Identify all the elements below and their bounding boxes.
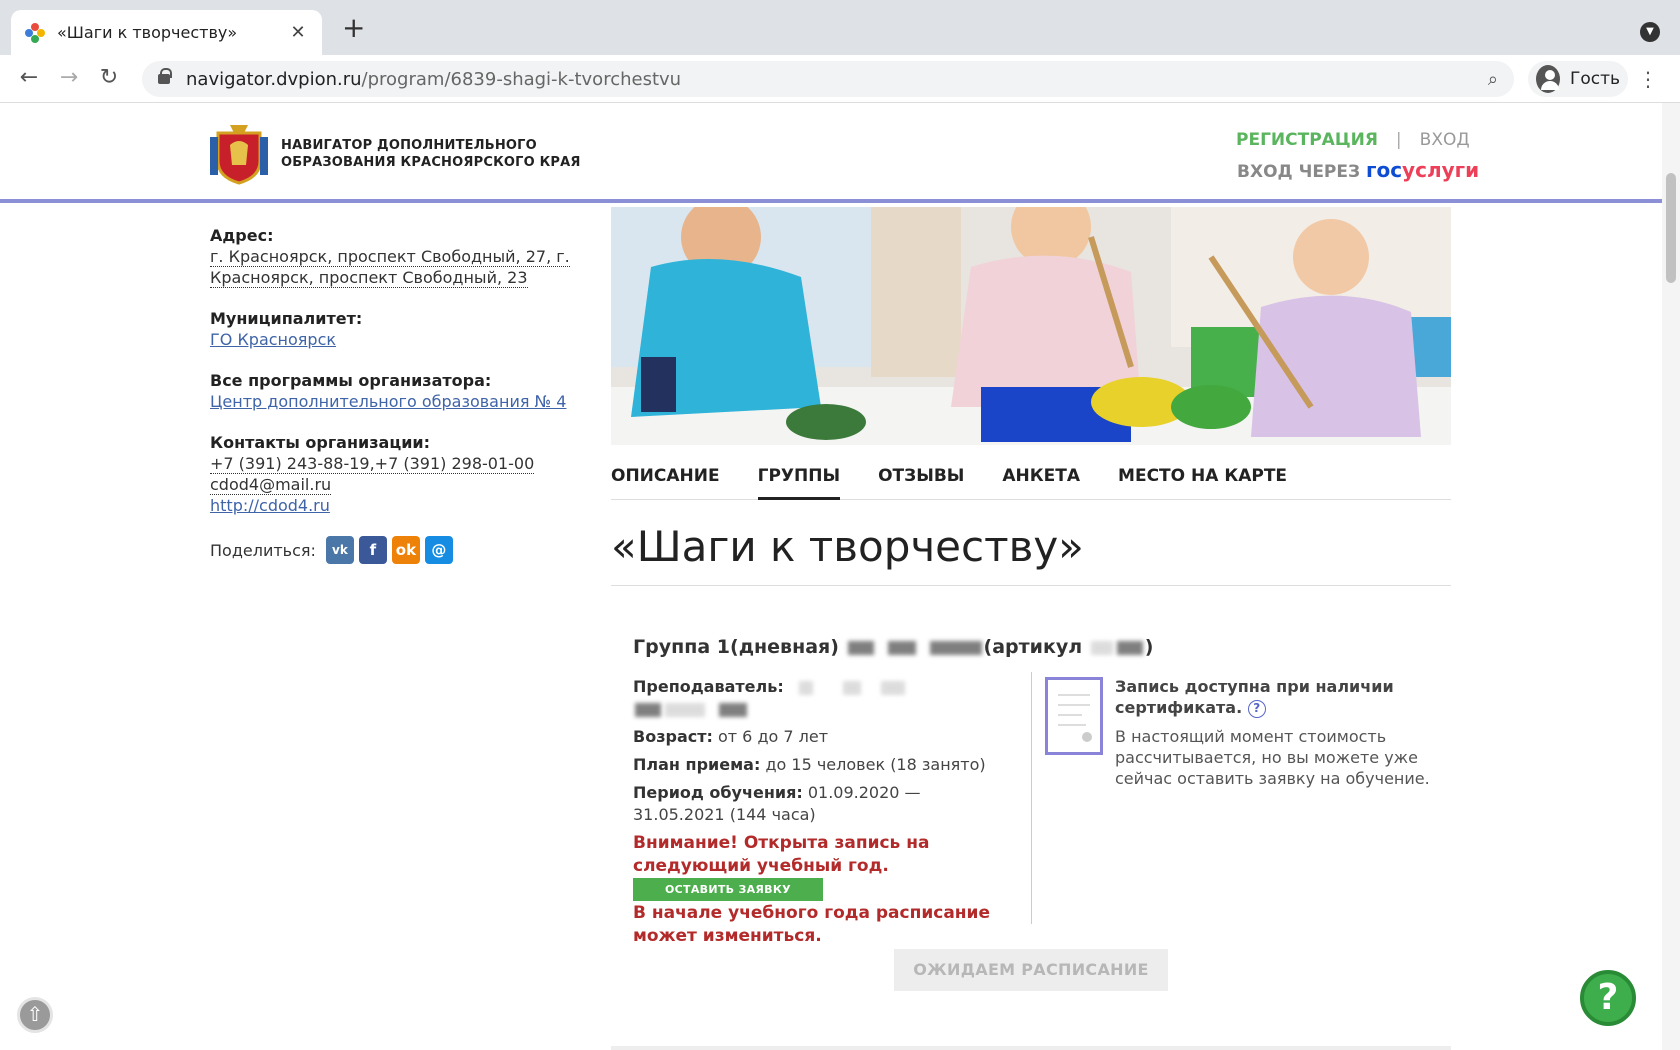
plan-value: до 15 человек (18 занято) — [765, 755, 986, 774]
section-divider — [611, 1046, 1451, 1050]
gosuslugi-login-link[interactable]: ВХОД ЧЕРЕЗ госуслуги — [1237, 158, 1479, 182]
tab-title: «Шаги к творчеству» — [57, 23, 238, 42]
certificate-info: Запись доступна при наличии сертификата.… — [1115, 676, 1435, 789]
lock-icon[interactable] — [158, 68, 172, 88]
enrollment-warning: Внимание! Открыта запись на следующий уч… — [633, 832, 1013, 902]
share-row: Поделиться: vk f ok @ — [210, 536, 570, 564]
municipality-label: Муниципалитет: — [210, 309, 363, 328]
teacher-label: Преподаватель: — [633, 677, 784, 696]
help-chat-button[interactable]: ? — [1580, 970, 1636, 1026]
plan-label: План приема: — [633, 755, 761, 774]
auth-links: РЕГИСТРАЦИЯ | ВХОД — [1236, 130, 1470, 150]
email-address[interactable]: cdod4@mail.ru — [210, 475, 332, 495]
period-label: Период обучения: — [633, 783, 803, 802]
back-arrow-icon[interactable]: ← — [14, 65, 44, 90]
schedule-warning: В начале учебного года расписание может … — [633, 902, 990, 946]
vk-icon[interactable]: vk — [325, 536, 354, 564]
forward-arrow-icon[interactable]: → — [54, 65, 84, 90]
reload-icon[interactable]: ↻ — [94, 65, 124, 90]
program-tabs: ОПИСАНИЕ ГРУППЫ ОТЗЫВЫ АНКЕТА МЕСТО НА К… — [611, 458, 1451, 500]
organization-info: Адрес: г. Красноярск, проспект Свободный… — [210, 225, 570, 564]
register-link[interactable]: РЕГИСТРАЦИЯ — [1236, 130, 1378, 150]
site-header: НАВИГАТОР ДОПОЛНИТЕЛЬНОГО ОБРАЗОВАНИЯ КР… — [0, 103, 1662, 203]
municipality-link[interactable]: ГО Красноярск — [210, 330, 336, 349]
help-question-icon[interactable]: ? — [1247, 699, 1266, 718]
organizer-link[interactable]: Центр дополнительного образования № 4 — [210, 392, 566, 411]
tab-groups[interactable]: ГРУППЫ — [757, 458, 841, 500]
scrollbar-thumb[interactable] — [1666, 173, 1676, 283]
group-title: Группа 1(дневная) (артикул ) — [633, 636, 1154, 658]
organizer-label: Все программы организатора: — [210, 371, 492, 390]
address-label: Адрес: — [210, 226, 274, 245]
site-favicon-icon — [25, 22, 45, 43]
browser-menu-icon[interactable]: ⋮ — [1638, 67, 1658, 91]
browser-toolbar: ← → ↻ navigator.dvpion.ru/program/6839-s… — [0, 55, 1680, 103]
scroll-up-icon[interactable]: ⇧ — [17, 997, 53, 1033]
certificate-description: В настоящий момент стоимость рассчитывае… — [1115, 727, 1430, 788]
profile-button[interactable]: Гость — [1528, 61, 1628, 97]
tab-map-location[interactable]: МЕСТО НА КАРТЕ — [1118, 458, 1287, 500]
share-label: Поделиться: — [210, 540, 316, 560]
teacher-row: Преподаватель: — [633, 676, 1013, 720]
age-row: Возраст: от 6 до 7 лет — [633, 726, 1013, 748]
address-value[interactable]: г. Красноярск, проспект Свободный, 27, г… — [210, 246, 570, 288]
odnoklassniki-icon[interactable]: ok — [391, 536, 420, 564]
apply-button[interactable]: ОСТАВИТЬ ЗАЯВКУ — [633, 878, 823, 901]
address-bar[interactable]: navigator.dvpion.ru/program/6839-shagi-k… — [142, 61, 1514, 97]
tab-reviews[interactable]: ОТЗЫВЫ — [878, 458, 964, 500]
avatar — [1536, 65, 1560, 93]
facebook-icon[interactable]: f — [358, 536, 387, 564]
login-link[interactable]: ВХОД — [1420, 130, 1470, 150]
tab-description[interactable]: ОПИСАНИЕ — [611, 458, 720, 500]
program-hero-image — [611, 207, 1451, 445]
group-details: Преподаватель: Возраст: от 6 до 7 лет Пл… — [633, 676, 1013, 948]
profile-label: Гость — [1569, 69, 1620, 89]
auth-separator: | — [1395, 130, 1402, 150]
plan-row: План приема: до 15 человек (18 занято) — [633, 754, 1013, 776]
certificate-icon — [1045, 677, 1103, 755]
site-logo-text[interactable]: НАВИГАТОР ДОПОЛНИТЕЛЬНОГО ОБРАЗОВАНИЯ КР… — [281, 137, 581, 171]
close-tab-icon[interactable]: ✕ — [288, 22, 308, 43]
browser-tab[interactable]: «Шаги к творчеству» ✕ — [11, 10, 322, 55]
page-scrollbar[interactable] — [1662, 103, 1680, 1050]
phone-numbers[interactable]: +7 (391) 243-88-19,+7 (391) 298-01-00 — [210, 454, 535, 474]
age-value: от 6 до 7 лет — [717, 727, 829, 746]
zoom-icon[interactable]: ⌕ — [1488, 69, 1498, 90]
page-title: «Шаги к творчеству» — [611, 522, 1084, 571]
krasnoyarsk-crest-icon[interactable] — [210, 123, 268, 185]
title-divider — [611, 585, 1451, 586]
group-divider — [1031, 672, 1032, 924]
website-link[interactable]: http://cdod4.ru — [210, 496, 330, 515]
period-row: Период обучения: 01.09.2020 — 31.05.2021… — [633, 782, 1013, 826]
browser-tab-bar: «Шаги к творчеству» ✕ + ▼ — [0, 0, 1680, 55]
age-label: Возраст: — [633, 727, 713, 746]
awaiting-schedule-button[interactable]: ОЖИДАЕМ РАСПИСАНИЕ — [894, 949, 1168, 991]
new-tab-button[interactable]: + — [342, 14, 365, 42]
mail-ru-icon[interactable]: @ — [424, 536, 453, 564]
certificate-title: Запись доступна при наличии сертификата.… — [1115, 677, 1394, 718]
tab-search-icon[interactable]: ▼ — [1640, 22, 1660, 42]
url-text[interactable]: navigator.dvpion.ru/program/6839-shagi-k… — [186, 69, 1488, 90]
tab-survey[interactable]: АНКЕТА — [1002, 458, 1080, 500]
contacts-label: Контакты организации: — [210, 433, 431, 452]
